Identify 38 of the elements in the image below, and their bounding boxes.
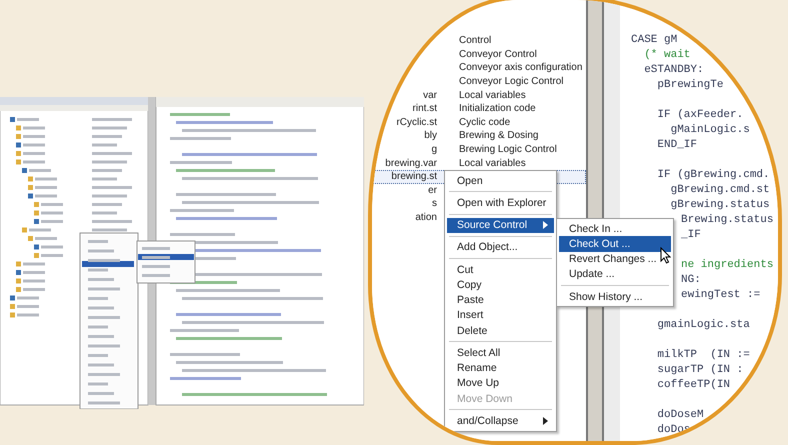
item-description: Conveyor axis configuration: [459, 62, 582, 74]
code-line: IF (gBrewing.cmd.: [656, 168, 770, 183]
item-name: var: [422, 90, 437, 101]
item-name: g: [430, 144, 437, 156]
item-description: Local variables: [459, 90, 526, 101]
code-line: CASE gM: [631, 33, 678, 48]
item-description: Cyclic code: [459, 116, 510, 128]
item-description: Brewing Logic Control: [459, 144, 557, 156]
item-name: rint.st: [412, 103, 437, 114]
item-description: Conveyor Logic Control: [459, 76, 564, 88]
item-description: Initialization code: [459, 103, 536, 114]
code-line: gmainLogic.sta: [656, 318, 750, 333]
item-name: bly: [423, 130, 437, 142]
item-name: rCyclic.st: [395, 116, 437, 128]
item-description: Control: [459, 35, 492, 46]
code-line: coffeeTP(IN: [656, 378, 730, 393]
code-line: gBrewing.status: [670, 198, 770, 213]
code-line: eSTANDBY:: [643, 63, 704, 78]
code-comment: (* wait: [643, 48, 690, 63]
code-line: NG:: [681, 273, 701, 288]
code-line: pBrewingTe: [656, 78, 724, 93]
code-line: milkTP (IN :=: [656, 348, 750, 363]
code-line: IF (axFeeder.: [656, 108, 744, 123]
code-line: gBrewing.cmd.st: [670, 183, 770, 198]
code-line: Brewing.status: [681, 213, 774, 228]
item-description: Brewing & Dosing: [459, 130, 538, 142]
item-description: Local variables: [459, 158, 526, 169]
code-line: ewingTest :=: [681, 288, 760, 303]
code-comment: ne ingredients: [681, 258, 774, 273]
item-name: brewing.var: [384, 158, 437, 169]
code-line: gMainLogic.s: [670, 123, 750, 138]
item-description: Conveyor Control: [459, 48, 537, 60]
item-name: brewing.st: [390, 171, 437, 182]
code-line: sugarTP (IN :: [656, 363, 744, 378]
code-line: _IF: [681, 228, 701, 243]
item-name: er: [427, 184, 437, 196]
code-line: doDoseM: [656, 408, 704, 423]
code-line: END_IF: [656, 138, 698, 153]
